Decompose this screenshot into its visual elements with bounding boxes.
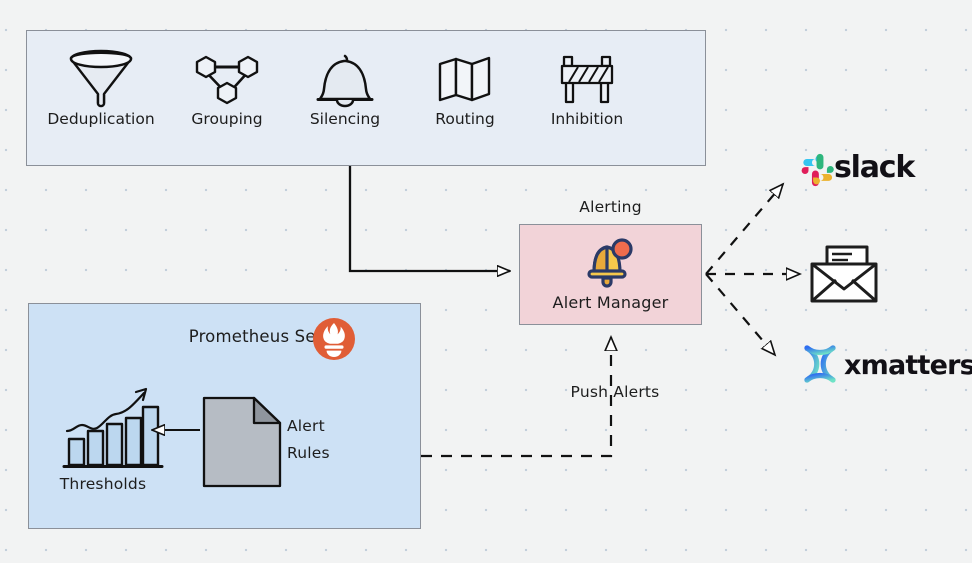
- connector-fanout-xmatters: [705, 273, 775, 355]
- connector-layer: [0, 166, 972, 458]
- connector-fanout-slack: [705, 184, 783, 275]
- connector-push-alerts: [421, 337, 611, 458]
- diagram-canvas: Deduplication Grouping Silencing Routing…: [0, 0, 972, 563]
- connector-pipeline-to-alertmanager: [348, 166, 510, 271]
